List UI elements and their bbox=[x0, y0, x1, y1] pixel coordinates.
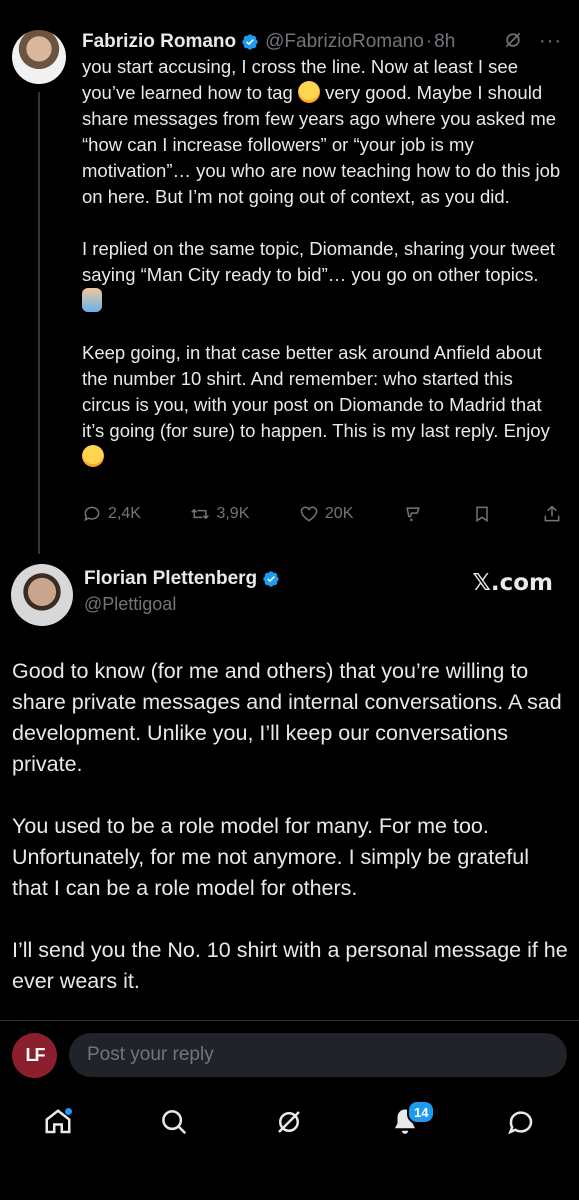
author-handle[interactable]: @FabrizioRomano bbox=[265, 31, 424, 53]
reply-divider bbox=[0, 1020, 579, 1021]
author-handle[interactable]: @Plettigoal bbox=[84, 594, 286, 615]
analytics-icon bbox=[406, 507, 420, 522]
separator-dot: · bbox=[425, 31, 433, 52]
nav-notifications[interactable]: 14 bbox=[385, 1100, 436, 1142]
notification-badge: 14 bbox=[407, 1100, 436, 1124]
tweet-top-actions: ··· bbox=[503, 30, 562, 53]
grok-icon bbox=[278, 1111, 301, 1133]
verified-badge-icon bbox=[242, 34, 258, 50]
reply-input[interactable] bbox=[85, 1043, 567, 1067]
repost-count: 3,9K bbox=[216, 505, 250, 522]
user-avatar[interactable]: LF bbox=[12, 1033, 57, 1078]
shrug-emoji-icon bbox=[82, 288, 102, 312]
tweet-paragraph: Keep going, in that case better ask arou… bbox=[82, 340, 562, 470]
reply-icon bbox=[84, 506, 100, 522]
views-button[interactable] bbox=[403, 504, 423, 524]
nav-messages[interactable] bbox=[501, 1102, 541, 1142]
tweet-paragraph: I replied on the same topic, Diomande, s… bbox=[82, 236, 562, 314]
home-notification-dot bbox=[64, 1108, 72, 1115]
hugging-emoji-icon bbox=[82, 445, 104, 467]
share-icon bbox=[544, 505, 560, 522]
chat-bubble-icon bbox=[508, 1111, 533, 1135]
fabrizio-avatar[interactable] bbox=[12, 30, 66, 84]
repost-icon bbox=[191, 508, 210, 520]
thread-connector-line bbox=[38, 92, 40, 554]
share-button[interactable] bbox=[542, 504, 562, 524]
x-com-logo: 𝕏.com bbox=[472, 570, 553, 596]
search-icon bbox=[161, 1110, 186, 1135]
bookmark-icon bbox=[476, 506, 489, 523]
tweet-text-segment: I replied on the same topic, Diomande, s… bbox=[82, 238, 556, 285]
tweet-florian-header: Florian Plettenberg @Plettigoal bbox=[84, 568, 286, 615]
bookmark-button[interactable] bbox=[472, 504, 492, 524]
like-button[interactable]: 20K bbox=[299, 504, 353, 524]
tweet-paragraph: Good to know (for me and others) that yo… bbox=[12, 659, 562, 776]
tweet-fabrizio[interactable]: Fabrizio Romano @FabrizioRomano · 8h ···… bbox=[82, 30, 562, 470]
nav-grok[interactable] bbox=[269, 1102, 309, 1142]
tweet-paragraph: you start accusing, I cross the line. No… bbox=[82, 54, 562, 210]
author-name[interactable]: Florian Plettenberg bbox=[84, 568, 257, 590]
user-avatar-logo: LF bbox=[25, 1045, 46, 1065]
heart-icon bbox=[300, 506, 318, 522]
verified-badge-icon bbox=[263, 571, 279, 587]
repost-button[interactable]: 3,9K bbox=[190, 504, 249, 524]
author-name[interactable]: Fabrizio Romano bbox=[82, 31, 236, 53]
nav-home[interactable] bbox=[38, 1102, 78, 1142]
tweet-text: you start accusing, I cross the line. No… bbox=[82, 54, 562, 470]
tweet-paragraph: I’ll send you the No. 10 shirt with a pe… bbox=[12, 938, 568, 993]
nav-search[interactable] bbox=[154, 1102, 194, 1142]
reply-composer[interactable] bbox=[69, 1033, 567, 1077]
bottom-navigation: 14 bbox=[0, 1092, 579, 1152]
grok-icon[interactable] bbox=[503, 30, 523, 50]
florian-avatar[interactable] bbox=[11, 564, 73, 626]
tweet-action-bar: 2,4K 3,9K 20K bbox=[82, 504, 562, 524]
more-options-icon[interactable]: ··· bbox=[539, 30, 562, 53]
tweet-paragraph: You used to be a role model for many. Fo… bbox=[12, 814, 530, 900]
reply-button[interactable]: 2,4K bbox=[82, 504, 141, 524]
like-count: 20K bbox=[324, 505, 354, 522]
laughing-emoji-icon bbox=[297, 81, 320, 103]
tweet-time[interactable]: 8h bbox=[434, 31, 455, 53]
reply-count: 2,4K bbox=[108, 505, 141, 522]
author-name-row: Florian Plettenberg bbox=[84, 568, 286, 590]
tweet-florian-text: Good to know (for me and others) that yo… bbox=[12, 656, 568, 1028]
tweet-header: Fabrizio Romano @FabrizioRomano · 8h ··· bbox=[82, 30, 562, 54]
tweet-text-segment: Keep going, in that case better ask arou… bbox=[82, 342, 550, 441]
